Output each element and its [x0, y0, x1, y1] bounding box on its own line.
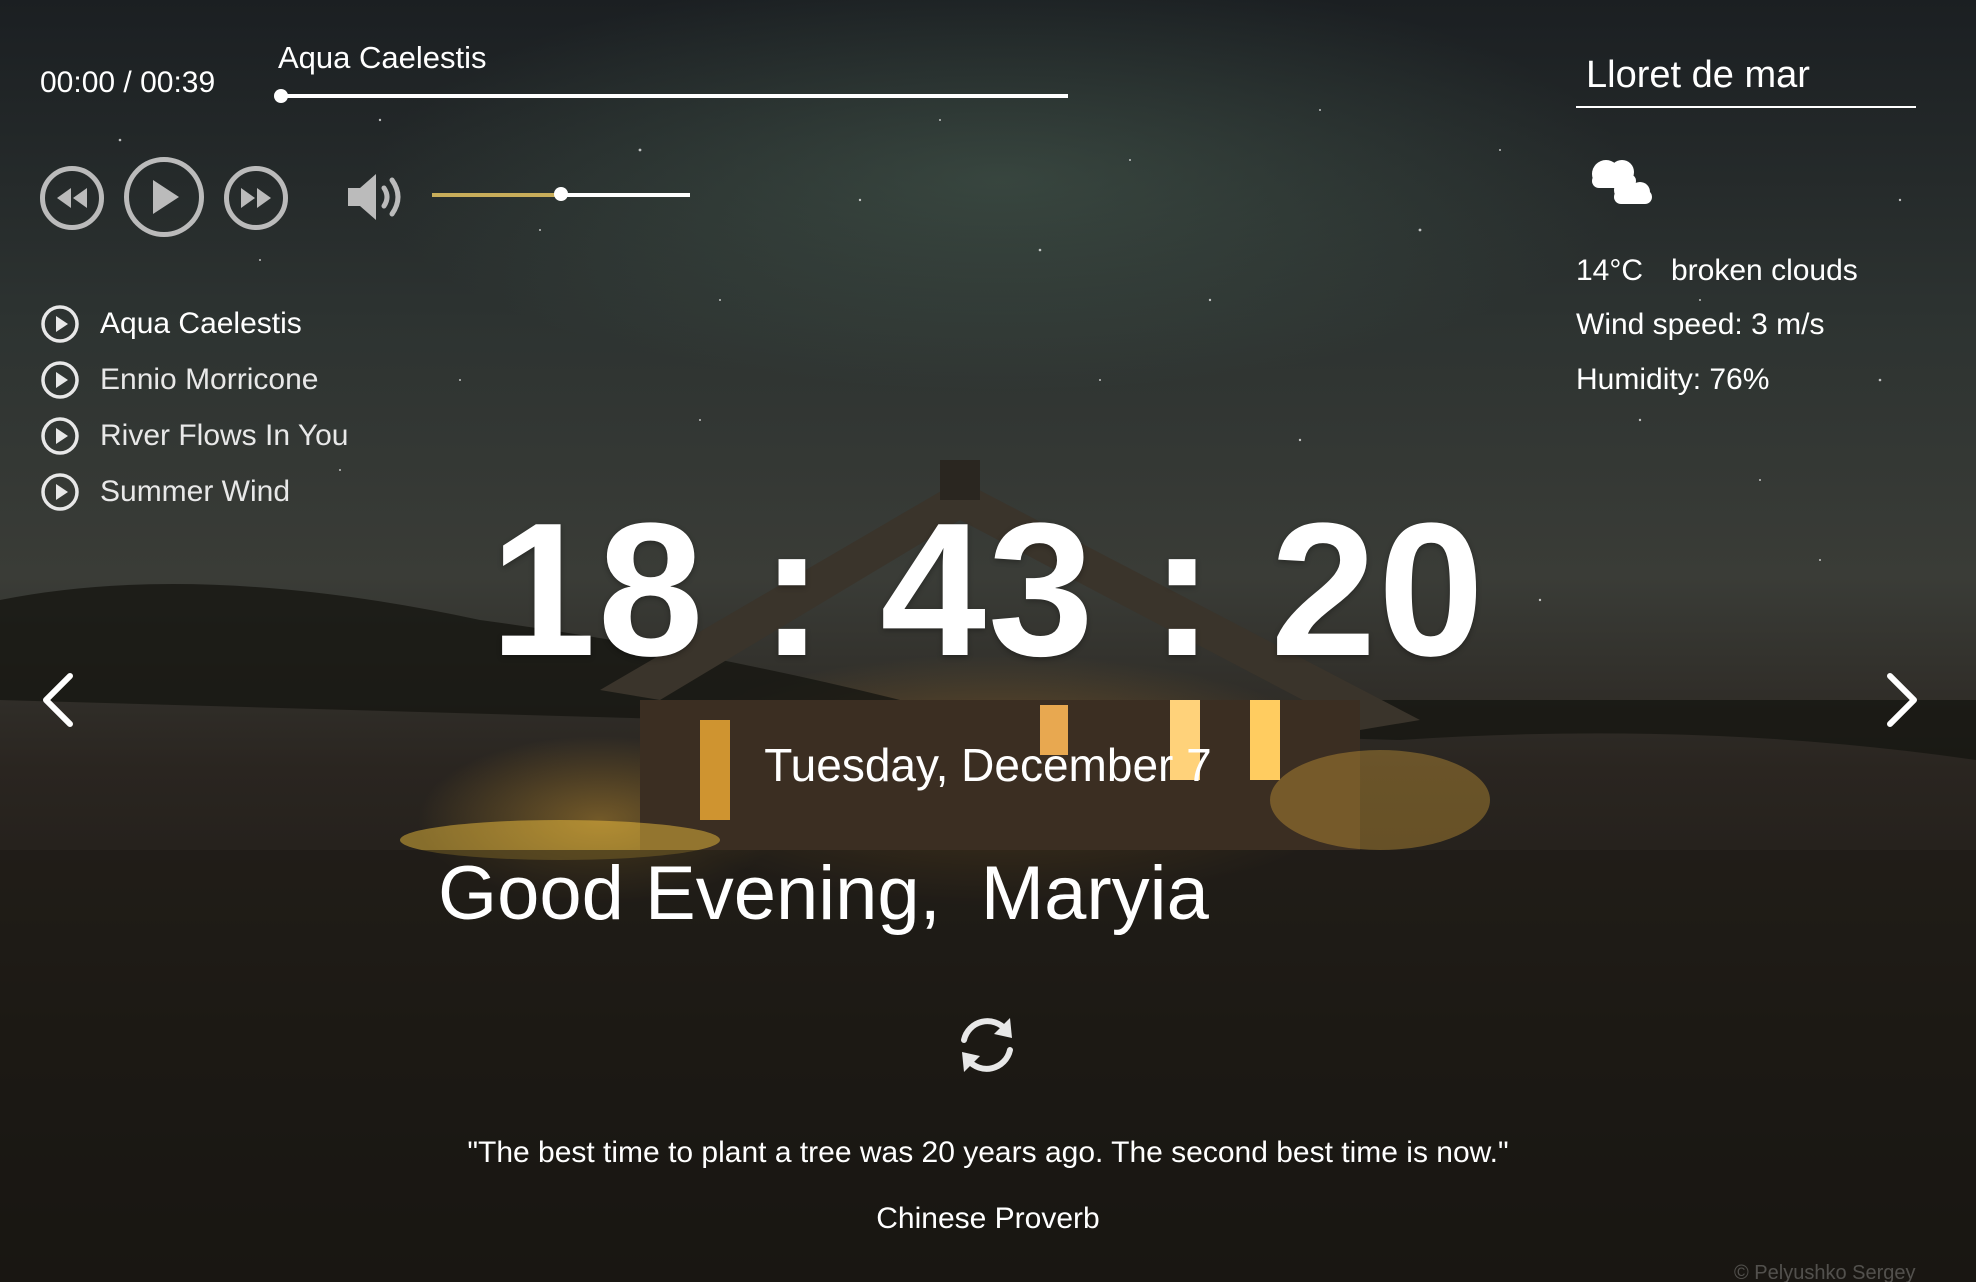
playlist-item[interactable]: River Flows In You	[40, 408, 348, 464]
current-track-title: Aqua Caelestis	[278, 40, 487, 75]
volume-fill	[432, 193, 561, 197]
playlist-item-title: River Flows In You	[100, 419, 349, 452]
greeting-text: Good Evening,	[438, 851, 941, 936]
playlist-item-title: Ennio Morricone	[100, 363, 319, 396]
play-prev-icon	[57, 188, 87, 208]
play-prev-button[interactable]	[40, 166, 104, 230]
playlist: Aqua Caelestis Ennio Morricone River Flo…	[40, 296, 348, 520]
weather-description: broken clouds	[1671, 254, 1858, 287]
broken-clouds-icon	[1592, 160, 1652, 204]
clock-time: 18 : 43 : 20	[490, 484, 1486, 696]
play-next-button[interactable]	[224, 166, 288, 230]
play-item-icon	[41, 305, 79, 343]
temperature: 14°C	[1576, 254, 1644, 287]
play-next-icon	[241, 188, 271, 208]
date: Tuesday, December 7	[764, 739, 1212, 791]
slide-next-icon[interactable]	[1880, 670, 1924, 730]
playlist-item-title: Aqua Caelestis	[100, 307, 302, 340]
city-input[interactable]	[1576, 44, 1916, 108]
track-time: 00:00 / 00:39	[40, 66, 216, 99]
volume-slider[interactable]	[432, 187, 690, 201]
change-quote-icon[interactable]	[952, 1010, 1022, 1080]
humidity: Humidity: 76%	[1576, 363, 1770, 396]
slide-prev-icon[interactable]	[36, 670, 80, 730]
playlist-item[interactable]: Aqua Caelestis	[40, 296, 348, 352]
volume-handle[interactable]	[554, 187, 568, 201]
greeting: Good Evening,	[438, 850, 1361, 937]
track-progress-bar[interactable]	[274, 89, 1068, 103]
playlist-item[interactable]: Ennio Morricone	[40, 352, 348, 408]
play-button[interactable]	[124, 157, 204, 237]
play-item-icon	[41, 361, 79, 399]
quote-text: "The best time to plant a tree was 20 ye…	[467, 1136, 1509, 1169]
play-icon	[153, 180, 179, 214]
wind-speed: Wind speed: 3 m/s	[1576, 308, 1825, 341]
progress-handle[interactable]	[274, 89, 288, 103]
play-item-icon	[41, 417, 79, 455]
name-input[interactable]	[980, 850, 1361, 937]
volume-icon[interactable]	[346, 170, 412, 224]
quote-author: Chinese Proverb	[876, 1202, 1100, 1235]
